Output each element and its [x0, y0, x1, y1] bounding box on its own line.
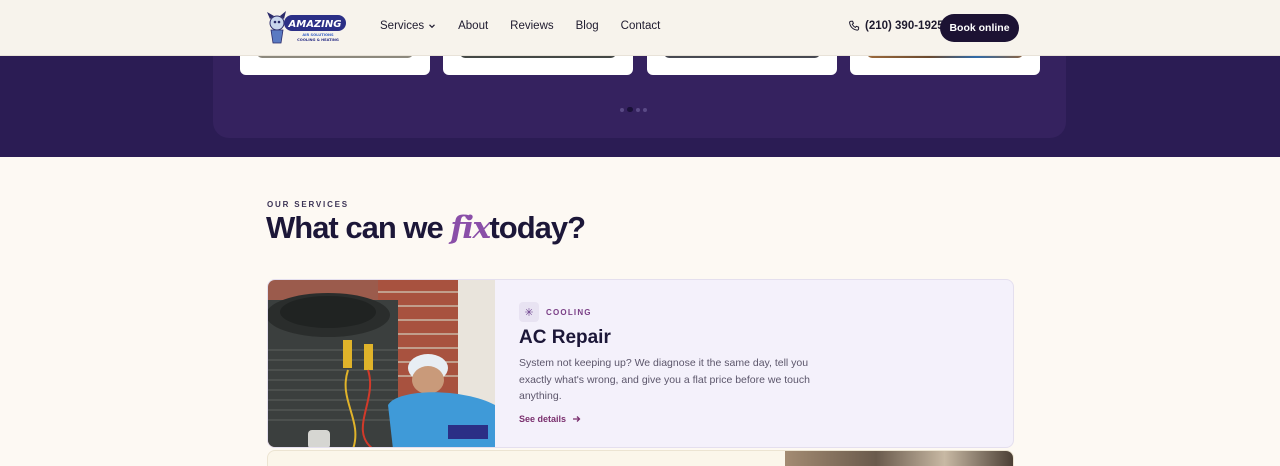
nav-blog[interactable]: Blog [576, 20, 599, 32]
svg-text:COOLING & HEATING: COOLING & HEATING [297, 38, 339, 42]
headline-pre: What can we [266, 210, 444, 245]
nav-reviews[interactable]: Reviews [510, 20, 553, 32]
brand-logo[interactable]: AMAZING AIR SOLUTIONS COOLING & HEATING [266, 9, 348, 47]
service-card-ac-repair[interactable]: ✳ COOLING AC Repair System not keeping u… [267, 279, 1014, 448]
chevron-down-icon [429, 24, 436, 29]
phone-icon [849, 20, 860, 31]
headline-post: today? [489, 210, 586, 245]
main-nav: Services About Reviews Blog Contact [380, 20, 682, 32]
carousel-dot[interactable] [620, 107, 624, 112]
service-category-tag: ✳ COOLING [519, 302, 592, 322]
carousel-dot[interactable] [643, 107, 647, 112]
carousel-dot-active[interactable] [627, 107, 633, 112]
phone-link[interactable]: (210) 390-1925 [848, 20, 944, 32]
service-photo-next [785, 451, 1013, 466]
service-card-next[interactable] [267, 450, 1014, 466]
see-details-label: See details [519, 414, 567, 424]
headline-accent: fix [450, 210, 491, 246]
arrow-right-icon [573, 416, 581, 422]
site-header: AMAZING AIR SOLUTIONS COOLING & HEATING … [0, 0, 1280, 56]
service-description: System not keeping up? We diagnose it th… [519, 357, 810, 403]
phone-number: (210) 390-1925 [865, 20, 944, 32]
service-photo [268, 280, 495, 447]
svg-text:AIR SOLUTIONS: AIR SOLUTIONS [302, 33, 334, 37]
service-category: COOLING [546, 307, 592, 317]
snowflake-icon: ✳ [519, 302, 539, 322]
section-headline: What can we fixtoday? [266, 210, 586, 246]
nav-contact[interactable]: Contact [621, 20, 661, 32]
book-online-button[interactable]: Book online [940, 14, 1019, 42]
nav-services[interactable]: Services [380, 20, 436, 32]
carousel-dot[interactable] [636, 107, 640, 112]
service-title: AC Repair [519, 327, 611, 348]
section-eyebrow: OUR SERVICES [267, 200, 349, 209]
nav-services-label: Services [380, 20, 425, 32]
see-details-link[interactable]: See details [519, 414, 581, 424]
svg-text:AMAZING: AMAZING [288, 19, 342, 30]
nav-about[interactable]: About [458, 20, 488, 32]
carousel-dots [620, 107, 647, 112]
